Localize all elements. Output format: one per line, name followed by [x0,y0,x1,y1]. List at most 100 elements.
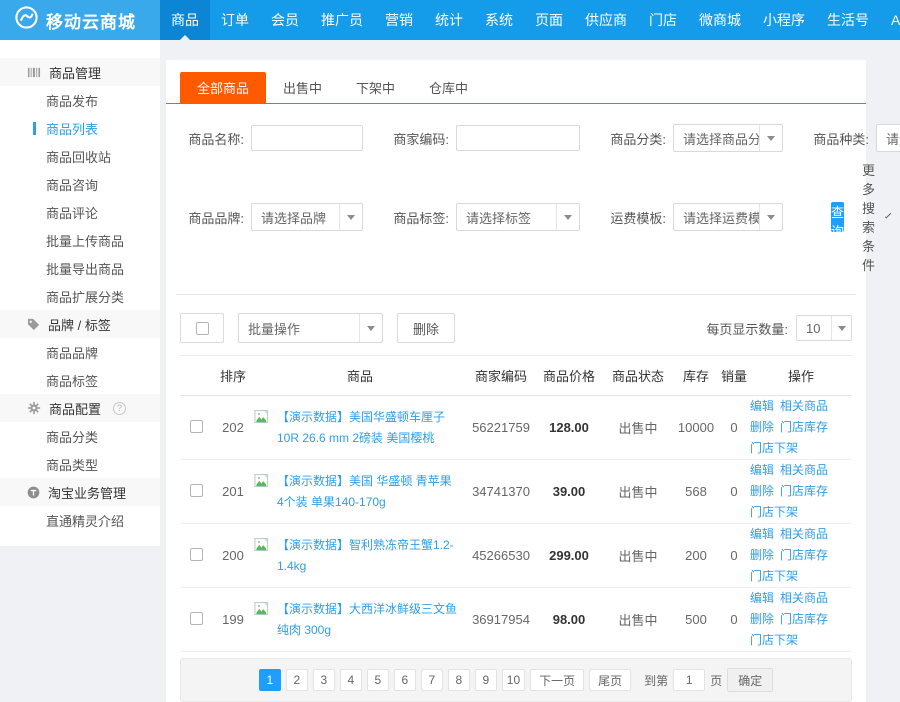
nav-item-营销[interactable]: 营销 [374,0,424,40]
action-link-编辑[interactable]: 编辑 [750,399,774,413]
batch-action-select[interactable]: 批量操作 [238,313,383,343]
sidebar-item-商品类型[interactable]: 商品类型 [0,450,160,478]
action-link-门店下架[interactable]: 门店下架 [750,569,798,583]
filter-select[interactable]: 请选择品牌 [251,203,363,231]
action-link-相关商品[interactable]: 相关商品 [780,591,828,605]
product-title-link[interactable]: 【演示数据】美国华盛顿车厘子10R 26.6 mm 2磅装 美国樱桃 [277,407,458,448]
page-button-1[interactable]: 1 [259,669,281,691]
filter-select[interactable]: 请选择 [876,124,900,152]
action-link-门店下架[interactable]: 门店下架 [750,441,798,455]
page-button-5[interactable]: 5 [367,669,389,691]
jump-page-input[interactable] [673,669,705,691]
tab-下架中[interactable]: 下架中 [339,72,412,103]
filter-input[interactable] [251,125,363,151]
nav-item-统计[interactable]: 统计 [424,0,474,40]
search-button[interactable]: 查询 [831,202,844,232]
sidebar-item-商品扩展分类[interactable]: 商品扩展分类 [0,282,160,310]
action-link-删除[interactable]: 删除 [750,484,774,498]
tab-仓库中[interactable]: 仓库中 [412,72,485,103]
gear-icon [27,401,41,415]
sidebar-item-批量导出商品[interactable]: 批量导出商品 [0,254,160,282]
sidebar-group-淘宝业务管理[interactable]: 淘宝业务管理 [0,478,160,506]
sidebar-group-品牌 / 标签[interactable]: 品牌 / 标签 [0,310,160,338]
sidebar-item-商品回收站[interactable]: 商品回收站 [0,142,160,170]
nav-item-推广员[interactable]: 推广员 [310,0,374,40]
product-title-link[interactable]: 【演示数据】智利熟冻帝王蟹1.2-1.4kg [277,535,458,576]
product-title-link[interactable]: 【演示数据】大西洋冰鲜级三文鱼 纯肉 300g [277,599,458,640]
select-all-checkbox[interactable] [180,313,224,343]
product-title-link[interactable]: 【演示数据】美国 华盛顿 青苹果4个装 单果140-170g [277,471,458,512]
filter-input[interactable] [456,125,580,151]
sidebar-item-商品标签[interactable]: 商品标签 [0,366,160,394]
nav-item-供应商[interactable]: 供应商 [574,0,638,40]
action-link-门店库存[interactable]: 门店库存 [780,484,828,498]
tab-出售中[interactable]: 出售中 [266,72,339,103]
tab-全部商品[interactable]: 全部商品 [180,72,266,103]
chevron-down-icon [885,212,892,219]
sidebar-item-商品咨询[interactable]: 商品咨询 [0,170,160,198]
sidebar-item-商品分类[interactable]: 商品分类 [0,422,160,450]
last-page-button[interactable]: 尾页 [589,669,631,691]
row-checkbox[interactable] [190,548,203,561]
sidebar-item-商品发布[interactable]: 商品发布 [0,86,160,114]
sidebar-group-label: 商品管理 [49,63,101,82]
more-search-link[interactable]: 更多搜索条件 [862,160,889,274]
sidebar-group-商品管理[interactable]: 商品管理 [0,58,160,86]
cell-sales: 0 [718,588,750,652]
sidebar-item-商品评论[interactable]: 商品评论 [0,198,160,226]
action-link-编辑[interactable]: 编辑 [750,463,774,477]
nav-item-会员[interactable]: 会员 [260,0,310,40]
nav-item-App[interactable]: App [880,0,900,40]
filter-select[interactable]: 请选择标签 [456,203,580,231]
cell-code: 45266530 [466,524,536,588]
filter-select[interactable]: 请选择运费模板 [673,203,783,231]
row-checkbox[interactable] [190,420,203,433]
nav-item-门店[interactable]: 门店 [638,0,688,40]
action-link-编辑[interactable]: 编辑 [750,591,774,605]
nav-item-系统[interactable]: 系统 [474,0,524,40]
action-link-门店库存[interactable]: 门店库存 [780,548,828,562]
action-link-删除[interactable]: 删除 [750,548,774,562]
action-link-相关商品[interactable]: 相关商品 [780,527,828,541]
sidebar-item-商品列表[interactable]: 商品列表 [0,114,160,142]
row-checkbox[interactable] [190,484,203,497]
nav-item-订单[interactable]: 订单 [210,0,260,40]
next-page-button[interactable]: 下一页 [530,669,584,691]
cell-price: 299.00 [536,524,602,588]
action-link-门店库存[interactable]: 门店库存 [780,420,828,434]
page-button-7[interactable]: 7 [421,669,443,691]
nav-item-页面[interactable]: 页面 [524,0,574,40]
nav-item-商品[interactable]: 商品 [160,0,210,40]
action-link-门店下架[interactable]: 门店下架 [750,633,798,647]
sidebar-item-批量上传商品[interactable]: 批量上传商品 [0,226,160,254]
action-link-删除[interactable]: 删除 [750,420,774,434]
filter-group: 运费模板:请选择运费模板 [602,203,783,231]
page-button-10[interactable]: 10 [502,669,525,691]
action-link-编辑[interactable]: 编辑 [750,527,774,541]
row-checkbox[interactable] [190,612,203,625]
delete-button[interactable]: 删除 [397,313,455,343]
page-button-2[interactable]: 2 [286,669,308,691]
page-size-select[interactable]: 10 [796,315,852,341]
action-link-门店库存[interactable]: 门店库存 [780,612,828,626]
page-button-4[interactable]: 4 [340,669,362,691]
sidebar-item-商品品牌[interactable]: 商品品牌 [0,338,160,366]
nav-item-生活号[interactable]: 生活号 [816,0,880,40]
cell-stock: 568 [674,460,718,524]
help-icon[interactable]: ? [113,402,126,415]
sidebar-group-商品配置[interactable]: 商品配置? [0,394,160,422]
sidebar-item-直通精灵介绍[interactable]: 直通精灵介绍 [0,506,160,534]
filter-select[interactable]: 请选择商品分类 [673,124,783,152]
jump-confirm-button[interactable]: 确定 [727,668,773,692]
page-button-9[interactable]: 9 [475,669,497,691]
cell-sort: 202 [212,396,254,460]
page-button-6[interactable]: 6 [394,669,416,691]
nav-item-小程序[interactable]: 小程序 [752,0,816,40]
action-link-删除[interactable]: 删除 [750,612,774,626]
action-link-门店下架[interactable]: 门店下架 [750,505,798,519]
page-button-3[interactable]: 3 [313,669,335,691]
action-link-相关商品[interactable]: 相关商品 [780,463,828,477]
page-button-8[interactable]: 8 [448,669,470,691]
nav-item-微商城[interactable]: 微商城 [688,0,752,40]
action-link-相关商品[interactable]: 相关商品 [780,399,828,413]
